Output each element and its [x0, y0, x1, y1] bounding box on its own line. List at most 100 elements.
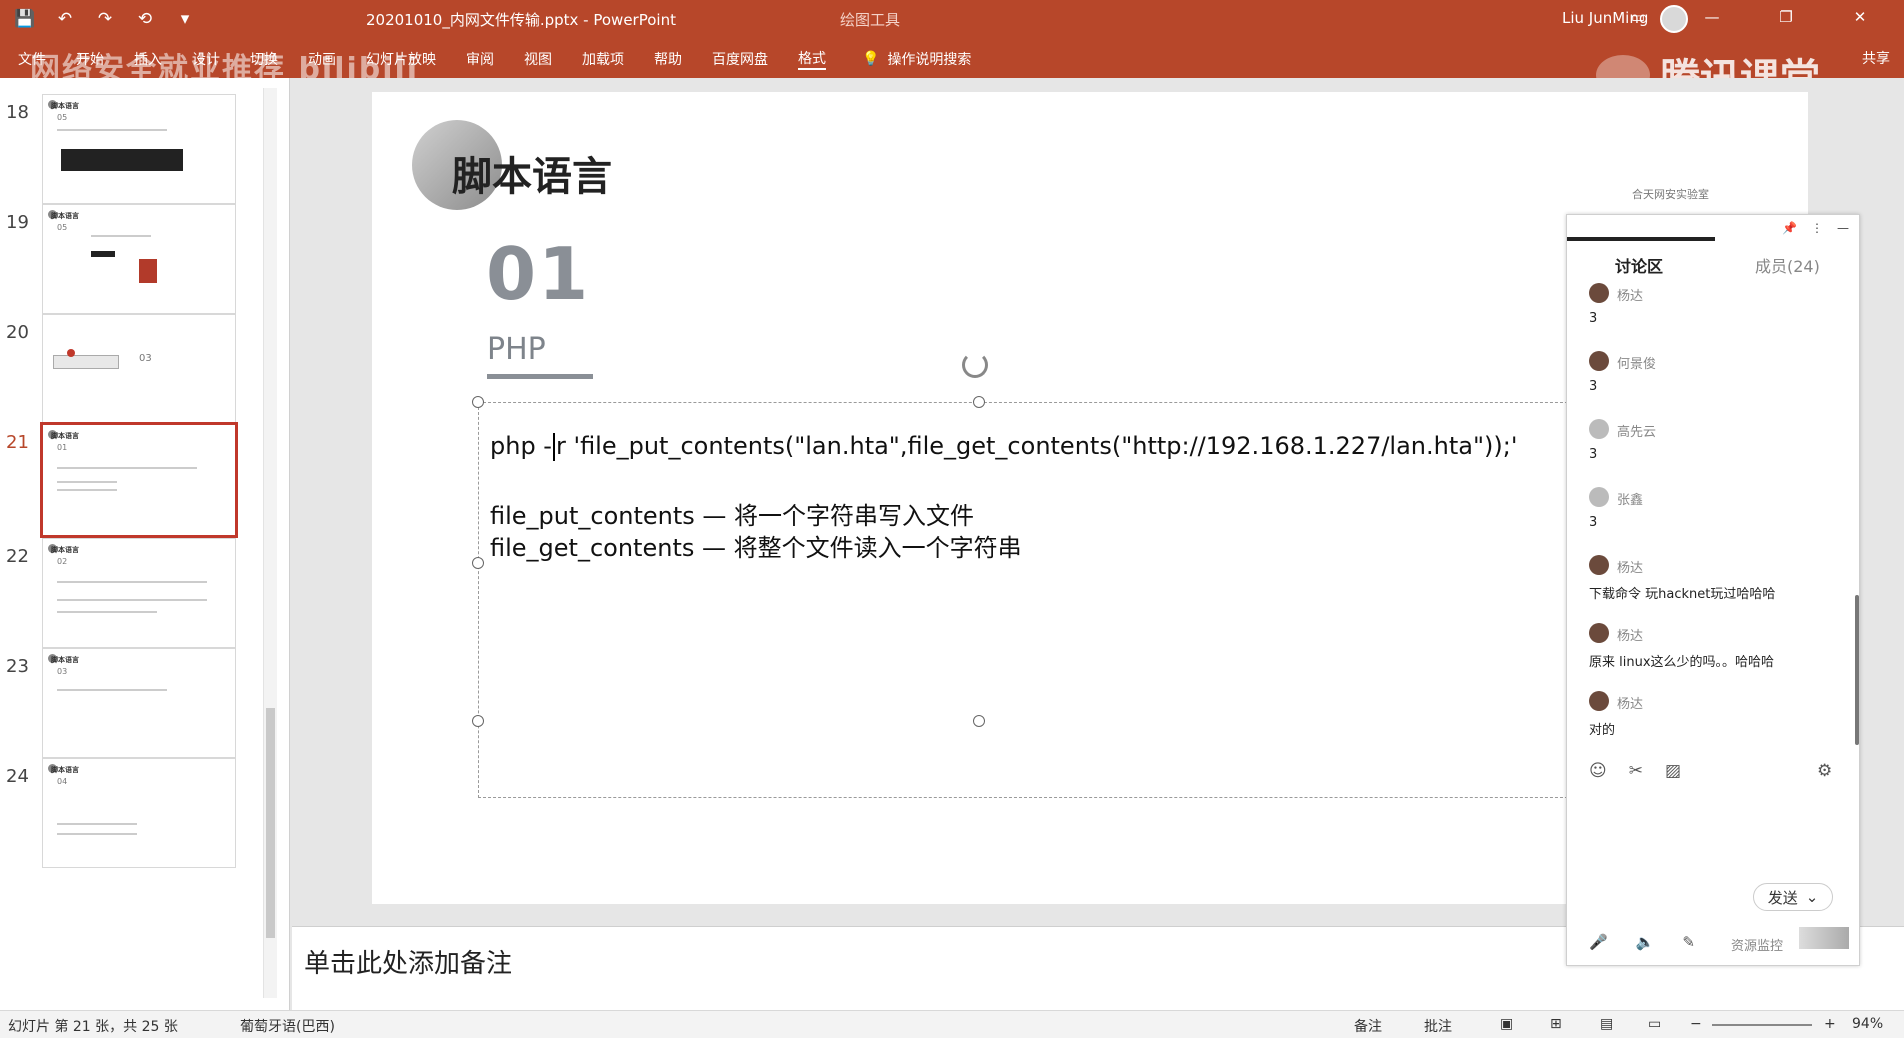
title-bar: 💾 ↶ ↷ ⟲ ▾ 20201010_内网文件传输.pptx - PowerPo… [0, 0, 1904, 102]
thumbnail-text-line [57, 833, 137, 835]
selected-textbox[interactable] [472, 396, 1578, 798]
minimize-panel-icon[interactable]: — [1837, 221, 1849, 235]
message-text: 原来 linux这么少的吗。。哈哈哈 [1589, 655, 1775, 670]
resource-monitor-label[interactable]: 资源监控 [1731, 935, 1783, 954]
emoji-icon[interactable]: ☺ [1589, 761, 1607, 781]
chat-scrollbar[interactable] [1855, 595, 1859, 745]
redo-icon[interactable]: ↷ [94, 8, 116, 30]
tab-baidu-netdisk[interactable]: 百度网盘 [712, 49, 768, 69]
thumbnail-title: 脚本语言 [51, 656, 79, 664]
resize-handle[interactable] [472, 396, 484, 408]
restore-icon[interactable]: ❐ [1776, 8, 1796, 26]
slide-thumbnail-21[interactable]: 21 脚本语言 01 [0, 422, 250, 552]
slide-thumbnail-pane: 18 脚本语言 05 19 脚本语言 05 20 03 21 脚本语言 01 2… [0, 78, 290, 1010]
pin-icon[interactable]: 📌 [1782, 221, 1797, 235]
language-indicator[interactable]: 葡萄牙语(巴西) [240, 1016, 335, 1036]
thumbnail-preview: 03 [42, 314, 236, 424]
message-author: 杨达 [1617, 289, 1644, 304]
resize-handle[interactable] [472, 715, 484, 727]
mute-icon[interactable]: ✎ [1682, 933, 1695, 951]
ribbon-display-icon[interactable]: ▭ [1628, 8, 1648, 26]
message-author: 何景俊 [1617, 357, 1657, 372]
resize-handle[interactable] [472, 557, 484, 569]
tab-view[interactable]: 视图 [524, 49, 552, 69]
slide-title[interactable]: 脚本语言 [452, 144, 612, 202]
scissors-icon[interactable]: ✂ [1629, 761, 1643, 781]
thumbnail-text-line [57, 599, 207, 601]
share-button[interactable]: 共享 [1862, 48, 1890, 68]
active-tab-indicator [1567, 237, 1715, 241]
repeat-icon[interactable]: ⟲ [134, 8, 156, 30]
chat-bottom-bar: 🎤 🔈 ✎ [1589, 933, 1695, 951]
slide-thumbnail-24[interactable]: 24 脚本语言 04 [0, 756, 250, 886]
resource-monitor-graph [1799, 927, 1849, 949]
description-line-1[interactable]: file_put_contents — 将一个字符串写入文件 [490, 496, 974, 531]
rotate-handle-icon[interactable] [962, 352, 988, 378]
save-icon[interactable]: 💾 [14, 8, 36, 30]
thumbnail-preview: 脚本语言 03 [42, 648, 236, 758]
notes-toggle-button[interactable]: 备注 [1354, 1016, 1382, 1036]
slide-sorter-icon[interactable]: ⊞ [1550, 1016, 1562, 1032]
scrollbar-thumb[interactable] [266, 708, 275, 938]
more-icon[interactable]: ⋮ [1811, 221, 1823, 235]
send-button[interactable]: 发送 ⌄ [1753, 883, 1833, 911]
thumbnail-number: 19 [6, 212, 29, 233]
tell-me-label: 操作说明搜索 [887, 52, 972, 68]
slideshow-view-icon[interactable]: ▭ [1648, 1016, 1661, 1032]
thumbnail-title: 脚本语言 [51, 546, 79, 554]
thumbnail-preview: 脚本语言 02 [42, 538, 236, 648]
avatar [1589, 419, 1609, 439]
status-bar: 幻灯片 第 21 张，共 25 张 葡萄牙语(巴西) 备注 批注 ▣ ⊞ ▤ ▭… [0, 1010, 1904, 1038]
resize-handle[interactable] [973, 715, 985, 727]
tab-review[interactable]: 审阅 [466, 49, 494, 69]
resize-handle[interactable] [973, 396, 985, 408]
thumbnail-scrollbar[interactable] [263, 88, 277, 998]
thumbnail-text-line [57, 689, 167, 691]
speaker-icon[interactable]: 🔈 [1636, 933, 1655, 951]
tab-help[interactable]: 帮助 [654, 49, 682, 69]
close-icon[interactable]: ✕ [1850, 8, 1870, 26]
chevron-down-icon[interactable]: ⌄ [1806, 888, 1819, 906]
thumbnail-subnumber: 05 [57, 113, 68, 122]
message-author: 杨达 [1617, 561, 1644, 576]
description-line-2[interactable]: file_get_contents — 将整个文件读入一个字符串 [490, 528, 1022, 563]
thumbnail-text-line [57, 611, 157, 613]
thumbnail-diagram [53, 355, 119, 369]
zoom-slider[interactable] [1712, 1024, 1812, 1026]
thumbnail-preview-selected: 脚本语言 01 [40, 422, 238, 538]
notes-placeholder[interactable]: 单击此处添加备注 [304, 943, 512, 980]
message-text: 3 [1589, 311, 1598, 326]
microphone-icon[interactable]: 🎤 [1589, 933, 1608, 951]
settings-icon[interactable]: ⚙ [1817, 761, 1832, 781]
section-label[interactable]: PHP [487, 332, 546, 367]
undo-icon[interactable]: ↶ [54, 8, 76, 30]
php-command-line[interactable]: php -r 'file_put_contents("lan.hta",file… [490, 432, 1517, 461]
tell-me-search[interactable]: 💡 操作说明搜索 [862, 49, 971, 69]
customize-qat-icon[interactable]: ▾ [174, 8, 196, 30]
reading-view-icon[interactable]: ▤ [1600, 1016, 1613, 1032]
zoom-out-icon[interactable]: − [1690, 1016, 1702, 1032]
avatar [1589, 283, 1609, 303]
section-number[interactable]: 01 [486, 232, 590, 316]
thumbnail-title: 脚本语言 [51, 766, 79, 774]
thumbnail-text-line [57, 467, 197, 469]
tab-addins[interactable]: 加载项 [582, 49, 624, 69]
thumbnail-subnumber: 03 [57, 667, 68, 676]
zoom-level[interactable]: 94% [1852, 1016, 1883, 1032]
minimize-icon[interactable]: — [1702, 8, 1722, 26]
thumbnail-block [91, 251, 115, 257]
thumbnail-subnumber: 02 [57, 557, 68, 566]
normal-view-icon[interactable]: ▣ [1500, 1016, 1513, 1032]
tab-format[interactable]: 格式 [798, 48, 826, 70]
thumbnail-text-line [57, 129, 167, 131]
thumbnail-text-line [57, 481, 117, 483]
comments-toggle-button[interactable]: 批注 [1424, 1016, 1452, 1036]
tab-members[interactable]: 成员(24) [1755, 253, 1820, 277]
tab-discussion[interactable]: 讨论区 [1615, 253, 1663, 277]
message-author: 杨达 [1617, 697, 1644, 712]
thumbnail-text-line [57, 823, 137, 825]
thumbnail-text-line [91, 235, 151, 237]
zoom-in-icon[interactable]: + [1824, 1016, 1836, 1032]
code-part-1: php - [490, 432, 552, 460]
image-icon[interactable]: ▨ [1665, 761, 1681, 781]
